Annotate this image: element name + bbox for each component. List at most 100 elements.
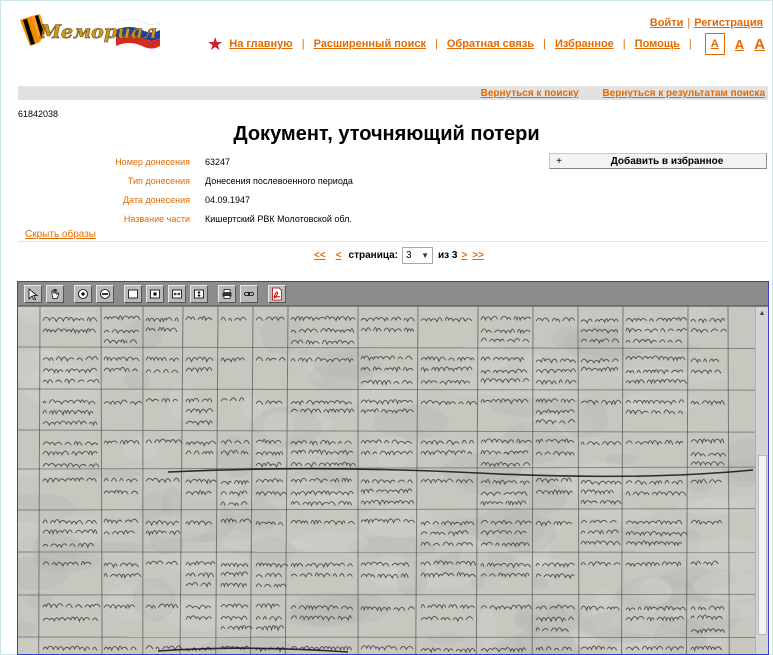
back-to-search-link[interactable]: Вернуться к поиску bbox=[481, 88, 579, 99]
next-page-link[interactable]: > bbox=[461, 250, 467, 261]
scan-texture bbox=[478, 608, 497, 650]
pan-tool-button[interactable] bbox=[46, 284, 64, 303]
scan-texture bbox=[501, 506, 531, 549]
scan-texture bbox=[263, 411, 296, 443]
meta-label-report-number: Номер донесения bbox=[115, 157, 190, 167]
font-size-small[interactable]: A bbox=[704, 33, 725, 55]
actual-size-button[interactable] bbox=[146, 284, 164, 303]
font-size-medium[interactable]: A bbox=[735, 37, 744, 52]
plus-icon: + bbox=[556, 155, 562, 167]
page-label: страница: bbox=[348, 249, 399, 261]
separator: | bbox=[687, 17, 691, 29]
back-to-results-link[interactable]: Вернуться к результатам поиска bbox=[602, 88, 765, 99]
scan-texture bbox=[687, 476, 714, 493]
scrollbar-thumb[interactable] bbox=[758, 455, 767, 635]
link-icon bbox=[244, 291, 254, 296]
nav-favorites[interactable]: Избранное bbox=[555, 38, 614, 50]
meta-value-report-type: Донесения послевоенного периода bbox=[205, 176, 353, 186]
scan-texture bbox=[297, 347, 381, 357]
divider bbox=[18, 241, 768, 242]
link-button[interactable] bbox=[240, 284, 258, 303]
scan-texture bbox=[459, 538, 489, 579]
font-size-large[interactable]: A bbox=[754, 36, 765, 53]
scan-texture bbox=[396, 559, 428, 597]
document-image-viewer[interactable]: ▲ bbox=[17, 281, 769, 655]
pointer-icon bbox=[28, 287, 39, 300]
scan-texture bbox=[653, 617, 707, 654]
scan-texture bbox=[246, 537, 297, 563]
register-link[interactable]: Регистрация bbox=[694, 17, 763, 29]
scan-texture bbox=[61, 516, 110, 541]
nav-home[interactable]: На главную bbox=[229, 38, 292, 50]
page-title: Документ, уточняющий потери bbox=[233, 123, 540, 145]
fit-page-icon bbox=[128, 289, 138, 298]
last-page-link[interactable]: >> bbox=[472, 250, 484, 261]
first-page-link[interactable]: << bbox=[314, 250, 326, 261]
document-id: 61842038 bbox=[18, 109, 59, 119]
scan-texture bbox=[531, 576, 549, 590]
meta-label-report-date: Дата донесения bbox=[122, 195, 190, 205]
pdf-icon bbox=[272, 287, 282, 300]
pdf-download-button[interactable] bbox=[268, 284, 286, 303]
nav-advanced-search[interactable]: Расширенный поиск bbox=[314, 38, 426, 50]
scan-texture bbox=[426, 634, 467, 644]
main-nav: ★ На главную | Расширенный поиск | Обрат… bbox=[207, 33, 765, 55]
fit-width-button[interactable] bbox=[168, 284, 186, 303]
meta-value-unit-name: Кишертский РВК Молотовской обл. bbox=[205, 214, 352, 224]
document-scan-image bbox=[18, 307, 755, 654]
chevron-down-icon: ▼ bbox=[421, 250, 430, 260]
logo-text: Мемориал bbox=[39, 21, 157, 43]
fit-page-button[interactable] bbox=[124, 284, 142, 303]
nav-help[interactable]: Помощь bbox=[635, 38, 680, 50]
scan-texture bbox=[308, 362, 373, 392]
scan-texture bbox=[148, 514, 210, 539]
scan-texture bbox=[613, 366, 688, 381]
zoom-out-icon bbox=[100, 288, 110, 299]
viewer-scrollbar[interactable]: ▲ bbox=[755, 307, 768, 654]
scan-row-rule bbox=[18, 636, 755, 639]
scan-texture bbox=[84, 469, 142, 479]
print-icon bbox=[222, 288, 232, 299]
hide-images-link[interactable]: Скрыть образы bbox=[25, 229, 96, 240]
fit-width-icon bbox=[172, 289, 182, 298]
zoom-out-button[interactable] bbox=[96, 284, 114, 303]
page-total: из 3 bbox=[438, 249, 458, 261]
scan-texture bbox=[676, 498, 743, 514]
memorial-logo[interactable]: Мемориал bbox=[18, 12, 160, 52]
scan-texture bbox=[132, 577, 176, 622]
scan-texture bbox=[501, 421, 567, 464]
scan-texture bbox=[124, 318, 163, 350]
scan-texture bbox=[291, 592, 371, 627]
meta-value-report-date: 04.09.1947 bbox=[205, 195, 251, 205]
hand-icon bbox=[51, 288, 60, 299]
add-to-favorites-label: Добавить в избранное bbox=[610, 155, 724, 167]
meta-label-unit-name: Название части bbox=[123, 214, 190, 224]
star-icon: ★ bbox=[207, 34, 224, 54]
login-link[interactable]: Войти bbox=[650, 17, 684, 29]
scan-texture bbox=[639, 576, 673, 606]
scan-texture bbox=[120, 438, 160, 460]
scroll-up-icon[interactable]: ▲ bbox=[756, 307, 768, 319]
auth-links: Войти | Регистрация bbox=[650, 17, 763, 29]
actual-size-icon bbox=[150, 289, 160, 298]
scan-texture bbox=[604, 453, 638, 464]
scan-texture bbox=[217, 435, 258, 478]
scan-texture bbox=[706, 634, 728, 646]
pager: << < страница: 3 ▼ из 3 > >> bbox=[314, 245, 484, 265]
meta-value-report-number: 63247 bbox=[205, 157, 231, 167]
fit-height-button[interactable] bbox=[190, 284, 208, 303]
scan-row-rule bbox=[18, 593, 755, 596]
scan-texture bbox=[594, 588, 615, 605]
meta-label-report-type: Тип донесения bbox=[127, 176, 190, 186]
scan-texture bbox=[259, 314, 304, 355]
select-tool-button[interactable] bbox=[24, 284, 42, 303]
prev-page-link[interactable]: < bbox=[336, 250, 342, 261]
add-to-favorites-button[interactable]: + Добавить в избранное bbox=[549, 153, 767, 169]
back-links: Вернуться к поиску Вернуться к результат… bbox=[460, 88, 765, 99]
zoom-in-button[interactable] bbox=[74, 284, 92, 303]
print-button[interactable] bbox=[218, 284, 236, 303]
page-select-value: 3 bbox=[406, 249, 412, 261]
page-select[interactable]: 3 ▼ bbox=[402, 246, 434, 264]
zoom-in-icon bbox=[78, 288, 88, 299]
nav-feedback[interactable]: Обратная связь bbox=[447, 38, 534, 50]
